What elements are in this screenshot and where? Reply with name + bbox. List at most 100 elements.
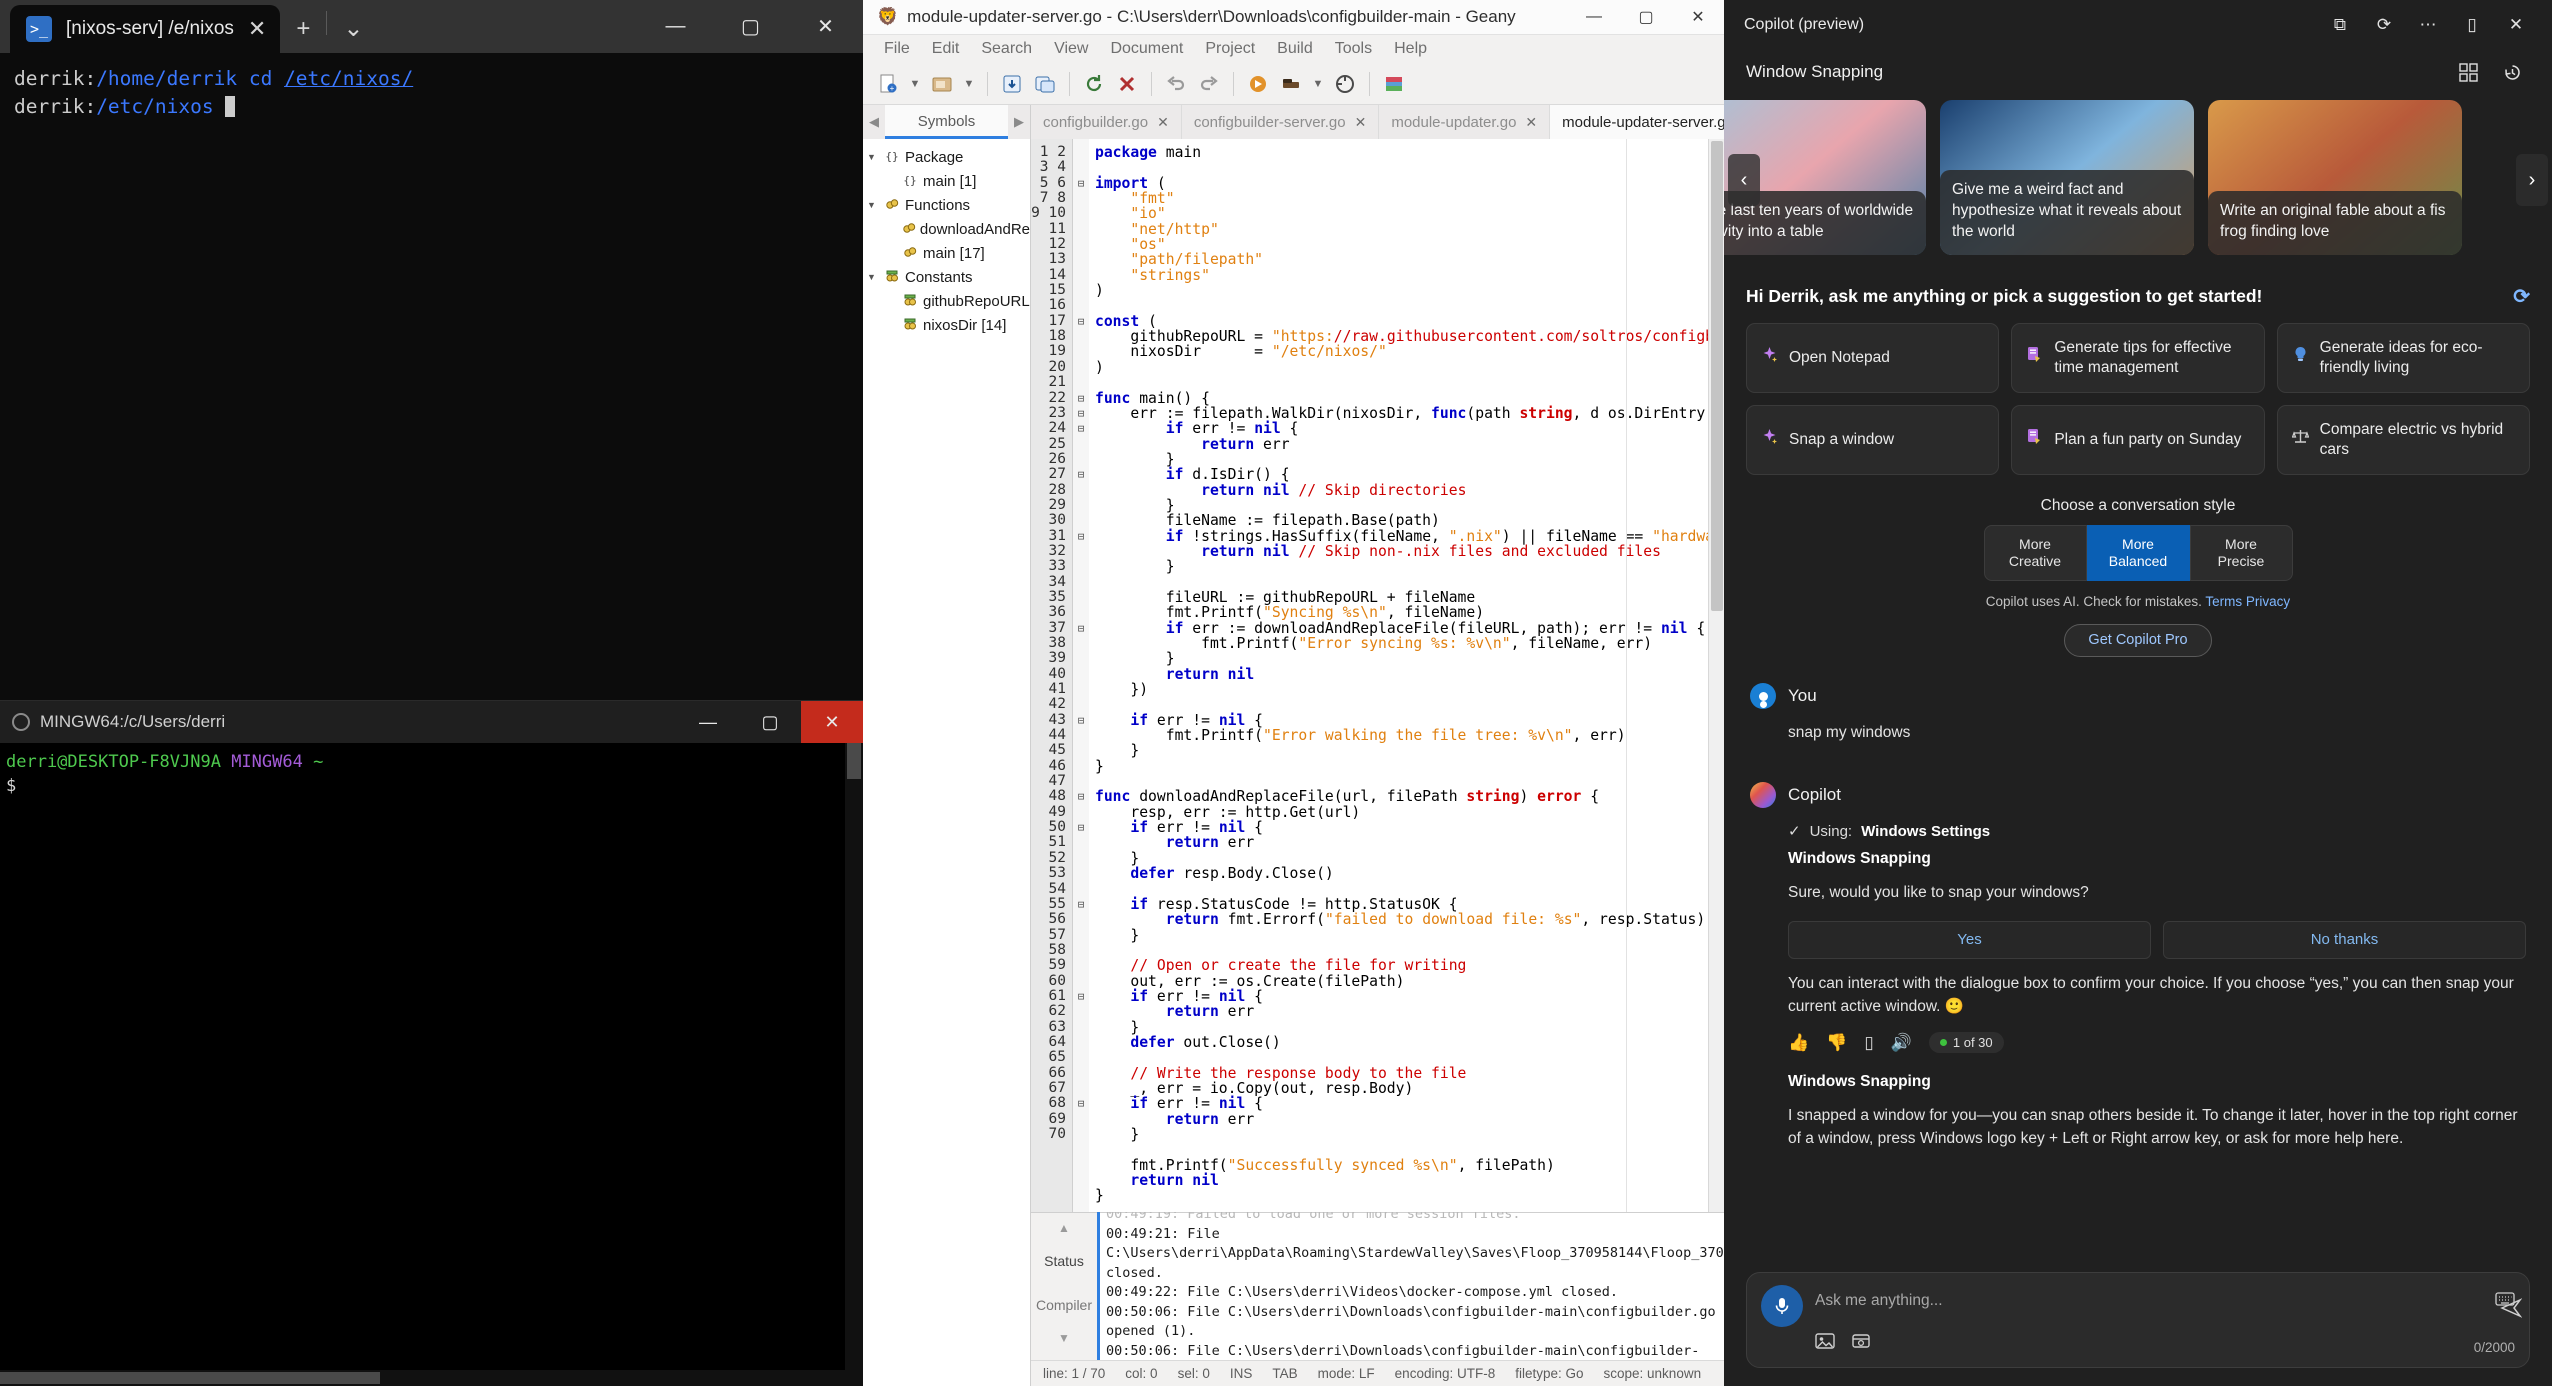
choice-yes-button[interactable]: Yes bbox=[1788, 920, 2151, 959]
fold-toggle-icon[interactable]: ⊟ bbox=[1073, 529, 1089, 544]
thumbs-up-icon[interactable]: 👍 bbox=[1788, 1033, 1809, 1053]
apps-icon[interactable] bbox=[2446, 54, 2490, 90]
fold-toggle-icon[interactable]: ⊟ bbox=[1073, 467, 1089, 482]
thumbs-down-icon[interactable]: 👎 bbox=[1826, 1033, 1847, 1053]
geany-minimize-button[interactable]: — bbox=[1568, 0, 1620, 35]
scrollbar-thumb[interactable] bbox=[847, 743, 861, 779]
open-in-new-icon[interactable]: ⧉ bbox=[2318, 7, 2362, 43]
terminal-minimize-button[interactable]: — bbox=[638, 0, 713, 53]
mingw-maximize-button[interactable]: ▢ bbox=[739, 701, 801, 743]
build-icon[interactable] bbox=[1276, 69, 1306, 99]
terminal-maximize-button[interactable]: ▢ bbox=[713, 0, 788, 53]
symbol-tree-item[interactable]: {} main [1] bbox=[867, 169, 1030, 193]
mingw-minimize-button[interactable]: — bbox=[677, 701, 739, 743]
mingw64-output[interactable]: derri@DESKTOP-F8VJN9A MINGW64 ~ $ bbox=[0, 743, 863, 807]
scrollbar-thumb[interactable] bbox=[1711, 141, 1723, 611]
symbol-tree-item[interactable]: ▼ {} Package bbox=[867, 145, 1030, 169]
refresh-icon[interactable]: ⟳ bbox=[2362, 7, 2406, 43]
composer-box[interactable]: Ask me anything... 0/2000 bbox=[1746, 1272, 2530, 1368]
close-file-icon[interactable] bbox=[1112, 69, 1142, 99]
symbol-tree[interactable]: ▼ {} Package {} main [1] ▼ Functions downloadAn… bbox=[863, 139, 1030, 337]
terminal-tab-close-icon[interactable]: ✕ bbox=[248, 18, 266, 40]
get-copilot-pro-button[interactable]: Get Copilot Pro bbox=[2064, 624, 2212, 657]
sidebar-toggle-icon[interactable]: ▯ bbox=[2450, 7, 2494, 43]
screenshot-icon[interactable] bbox=[1851, 1332, 1871, 1355]
open-file-icon[interactable] bbox=[927, 69, 957, 99]
undo-icon[interactable] bbox=[1161, 69, 1191, 99]
terminal-output[interactable]: derrik:/home/derrik cd /etc/nixos/ derri… bbox=[0, 53, 863, 132]
terminal-close-button[interactable]: ✕ bbox=[788, 0, 863, 53]
compile-icon[interactable] bbox=[1243, 69, 1273, 99]
editor-tab-close-icon[interactable]: ✕ bbox=[1355, 114, 1367, 131]
symbol-tree-item[interactable]: downloadAndRe bbox=[867, 217, 1030, 241]
choice-no-thanks-button[interactable]: No thanks bbox=[2163, 920, 2526, 959]
code-text[interactable]: package main import ( "fmt" "io" "net/ht… bbox=[1089, 139, 1708, 1212]
suggestion-chip[interactable]: Generate ideas for eco-friendly living bbox=[2276, 323, 2530, 393]
menu-item-search[interactable]: Search bbox=[970, 40, 1043, 58]
fold-toggle-icon[interactable]: ⊟ bbox=[1073, 421, 1089, 436]
open-file-dropdown-icon[interactable]: ▼ bbox=[960, 69, 978, 99]
carousel-card[interactable]: Give me a weird fact and hypothesize wha… bbox=[1940, 100, 2194, 255]
fold-toggle-icon[interactable]: ⊟ bbox=[1073, 789, 1089, 804]
symbol-tree-item[interactable]: githubRepoURL bbox=[867, 289, 1030, 313]
geany-maximize-button[interactable]: ▢ bbox=[1620, 0, 1672, 35]
new-file-icon[interactable]: + bbox=[873, 69, 903, 99]
save-all-icon[interactable] bbox=[1030, 69, 1060, 99]
composer-input[interactable]: Ask me anything... bbox=[1815, 1292, 2462, 1310]
menu-item-project[interactable]: Project bbox=[1194, 40, 1266, 58]
sidebar-scroll-right-icon[interactable]: ▶ bbox=[1008, 114, 1030, 130]
redo-icon[interactable] bbox=[1194, 69, 1224, 99]
sidebar-scroll-left-icon[interactable]: ◀ bbox=[863, 114, 885, 130]
suggestion-chip[interactable]: Plan a fun party on Sunday bbox=[2011, 405, 2265, 475]
editor-tab[interactable]: configbuilder.go ✕ bbox=[1031, 105, 1182, 139]
conversation-style-option[interactable]: More Balanced bbox=[2086, 525, 2190, 581]
conversation-style-option[interactable]: More Creative bbox=[1983, 525, 2087, 581]
editor-vertical-scrollbar[interactable] bbox=[1708, 139, 1724, 1212]
fold-toggle-icon[interactable]: ⊟ bbox=[1073, 176, 1089, 191]
fold-toggle-icon[interactable]: ⊟ bbox=[1073, 897, 1089, 912]
menu-item-tools[interactable]: Tools bbox=[1324, 40, 1383, 58]
mingw-close-button[interactable]: ✕ bbox=[801, 701, 863, 743]
scrollbar-thumb[interactable] bbox=[0, 1372, 380, 1384]
run-icon[interactable] bbox=[1330, 69, 1360, 99]
conversation-style-option[interactable]: More Precise bbox=[2189, 525, 2293, 581]
speaker-icon[interactable]: 🔊 bbox=[1891, 1033, 1912, 1053]
status-message-row[interactable]: 00:49:21: File C:\Users\derri\AppData\Ro… bbox=[1106, 1225, 1724, 1284]
message-tab-compiler[interactable]: Compiler bbox=[1036, 1283, 1092, 1327]
send-icon[interactable] bbox=[2500, 1297, 2523, 1324]
suggestion-chip[interactable]: Compare electric vs hybrid cars bbox=[2276, 405, 2530, 475]
copilot-scroll-area[interactable]: ze the last ten years of worldwide c act… bbox=[1724, 94, 2552, 1258]
tree-expander-icon[interactable]: ▼ bbox=[867, 200, 881, 210]
suggestion-chip[interactable]: Snap a window bbox=[1746, 405, 2000, 475]
new-file-dropdown-icon[interactable]: ▼ bbox=[906, 69, 924, 99]
editor-tab[interactable]: configbuilder-server.go ✕ bbox=[1182, 105, 1380, 139]
privacy-link[interactable]: Privacy bbox=[2246, 594, 2290, 609]
save-icon[interactable] bbox=[997, 69, 1027, 99]
symbol-tree-item[interactable]: ▼ Constants bbox=[867, 265, 1030, 289]
message-scroll-down-icon[interactable]: ▼ bbox=[1058, 1327, 1070, 1349]
code-fold-column[interactable]: ⊟ ⊟ ⊟ ⊟ ⊟ ⊟ ⊟ ⊟ ⊟ ⊟ ⊟ ⊟ ⊟ ⊟ bbox=[1073, 139, 1089, 1212]
mingw-horizontal-scrollbar[interactable] bbox=[0, 1370, 845, 1386]
terms-link[interactable]: Terms bbox=[2205, 594, 2242, 609]
carousel-next-button[interactable]: › bbox=[2516, 154, 2548, 206]
fold-toggle-icon[interactable]: ⊟ bbox=[1073, 621, 1089, 636]
menu-item-help[interactable]: Help bbox=[1383, 40, 1438, 58]
build-dropdown-icon[interactable]: ▼ bbox=[1309, 69, 1327, 99]
carousel-prev-button[interactable]: ‹ bbox=[1728, 154, 1760, 206]
message-tab-status[interactable]: Status bbox=[1044, 1239, 1084, 1283]
fold-toggle-icon[interactable]: ⊟ bbox=[1073, 989, 1089, 1004]
code-editor[interactable]: 1 2 3 4 5 6 7 8 9 10 11 12 13 14 15 16 1… bbox=[1031, 139, 1724, 1212]
geany-close-button[interactable]: ✕ bbox=[1672, 0, 1724, 35]
symbol-tree-item[interactable]: ▼ Functions bbox=[867, 193, 1030, 217]
status-message-row[interactable]: 00:50:06: File C:\Users\derri\Downloads\… bbox=[1106, 1303, 1718, 1342]
tree-expander-icon[interactable]: ▼ bbox=[867, 152, 881, 162]
close-icon[interactable]: ✕ bbox=[2494, 7, 2538, 43]
menu-item-file[interactable]: File bbox=[873, 40, 921, 58]
editor-tab-close-icon[interactable]: ✕ bbox=[1525, 114, 1537, 131]
message-scroll-up-icon[interactable]: ▲ bbox=[1058, 1217, 1070, 1239]
color-chooser-icon[interactable] bbox=[1379, 69, 1409, 99]
fold-toggle-icon[interactable]: ⊟ bbox=[1073, 713, 1089, 728]
tree-expander-icon[interactable]: ▼ bbox=[867, 272, 881, 282]
fold-toggle-icon[interactable]: ⊟ bbox=[1073, 314, 1089, 329]
carousel-card[interactable]: Write an original fable about a fis frog… bbox=[2208, 100, 2462, 255]
